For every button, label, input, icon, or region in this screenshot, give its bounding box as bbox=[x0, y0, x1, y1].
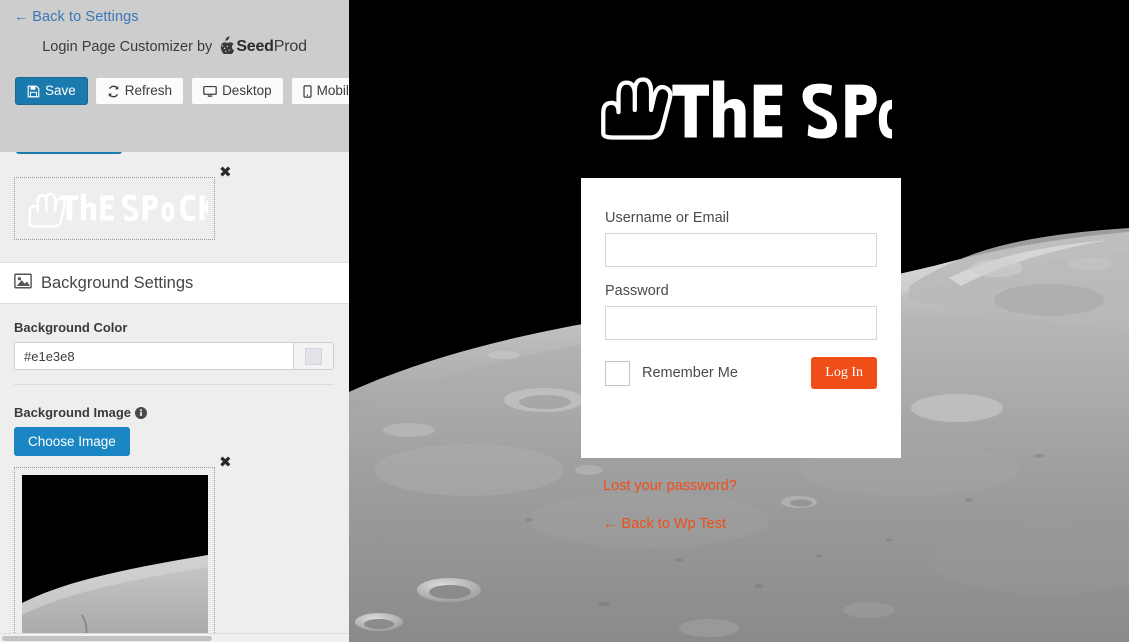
back-to-settings-label: Back to Settings bbox=[32, 9, 139, 25]
customizer-toolbar: Save Refresh Desktop Mobil bbox=[15, 77, 349, 105]
desktop-button-label: Desktop bbox=[222, 83, 272, 99]
background-settings-header: Background Settings bbox=[0, 262, 349, 304]
background-image-thumbnail bbox=[22, 475, 208, 642]
background-color-label: Background Color bbox=[14, 320, 128, 335]
sidebar-scroll-pane[interactable]: ✖ Background Settings Background Color #… bbox=[0, 152, 349, 642]
vulcan-salute-hand-icon bbox=[600, 77, 672, 140]
background-settings-title: Background Settings bbox=[41, 273, 194, 292]
username-input[interactable] bbox=[605, 233, 877, 267]
monitor-icon bbox=[203, 85, 217, 98]
login-page-customizer-screen: ← Back to Settings Login Page Customizer… bbox=[0, 0, 1129, 642]
seedprod-name-bold: Seed bbox=[236, 38, 274, 55]
remember-me-row: Remember Me Log In bbox=[605, 357, 877, 389]
login-form-card: Username or Email Password Remember Me L… bbox=[581, 178, 901, 458]
site-logo-wordmark bbox=[671, 80, 994, 140]
seedprod-name-light: Prod bbox=[273, 38, 307, 55]
refresh-button[interactable]: Refresh bbox=[94, 77, 185, 105]
mobile-preview-button[interactable]: Mobile bbox=[290, 77, 349, 105]
desktop-preview-button[interactable]: Desktop bbox=[191, 77, 284, 105]
login-helper-links: Lost your password? ← Back to Wp Test bbox=[603, 478, 737, 532]
log-in-button-label: Log In bbox=[825, 365, 863, 380]
customizer-sidebar: ← Back to Settings Login Page Customizer… bbox=[0, 0, 349, 642]
moon-surface-thumbnail-art bbox=[22, 475, 208, 642]
refresh-arrows-icon bbox=[107, 85, 120, 98]
lost-password-link[interactable]: Lost your password? bbox=[603, 478, 737, 494]
background-image-label-text: Background Image bbox=[14, 405, 132, 420]
site-logo-thumbnail-art bbox=[28, 192, 208, 227]
save-button[interactable]: Save bbox=[15, 77, 88, 105]
sidebar-horizontal-scrollbar[interactable] bbox=[0, 633, 349, 642]
color-swatch-chip bbox=[305, 347, 322, 365]
choose-image-button-label: Choose Image bbox=[28, 434, 116, 449]
log-in-button[interactable]: Log In bbox=[811, 357, 877, 389]
color-swatch-button[interactable] bbox=[293, 343, 333, 369]
brand-prefix-label: Login Page Customizer by bbox=[42, 39, 213, 55]
choose-logo-button-partial[interactable] bbox=[16, 152, 122, 154]
scrollbar-thumb[interactable] bbox=[2, 636, 212, 641]
login-page-preview: Username or Email Password Remember Me L… bbox=[349, 0, 1129, 642]
sidebar-header: ← Back to Settings Login Page Customizer… bbox=[0, 0, 349, 152]
image-icon bbox=[14, 273, 32, 294]
remember-me-checkbox[interactable] bbox=[605, 360, 630, 386]
phone-icon bbox=[303, 84, 312, 98]
info-circle-icon[interactable] bbox=[135, 407, 148, 422]
settings-divider bbox=[14, 384, 334, 385]
choose-image-button[interactable]: Choose Image bbox=[14, 427, 130, 456]
mobile-button-label: Mobile bbox=[316, 83, 349, 99]
remove-logo-icon[interactable]: ✖ bbox=[219, 165, 232, 180]
password-input[interactable] bbox=[605, 306, 877, 340]
back-to-site-link[interactable]: ← Back to Wp Test bbox=[603, 516, 737, 532]
remember-me-label: Remember Me bbox=[642, 365, 738, 381]
floppy-disk-icon bbox=[27, 85, 40, 98]
background-color-control bbox=[14, 342, 334, 370]
password-label: Password bbox=[605, 283, 669, 299]
left-arrow-icon: ← bbox=[14, 8, 29, 24]
background-color-input[interactable] bbox=[15, 343, 293, 369]
save-button-label: Save bbox=[45, 83, 76, 99]
logo-preview-frame bbox=[14, 177, 215, 240]
refresh-button-label: Refresh bbox=[124, 83, 173, 99]
site-logo-art bbox=[600, 77, 994, 140]
site-logo bbox=[349, 66, 1129, 155]
username-label: Username or Email bbox=[605, 210, 730, 226]
background-image-label: Background Image bbox=[14, 405, 148, 422]
background-image-preview-frame bbox=[14, 467, 215, 642]
remove-background-image-icon[interactable]: ✖ bbox=[219, 455, 232, 470]
form-spacer bbox=[605, 267, 877, 283]
back-to-settings-link[interactable]: ← Back to Settings bbox=[14, 8, 139, 25]
seedprod-apple-icon bbox=[216, 36, 235, 58]
brand-attribution: Login Page Customizer by SeedProd bbox=[0, 36, 349, 58]
logo-preview-thumbnail bbox=[15, 178, 214, 239]
